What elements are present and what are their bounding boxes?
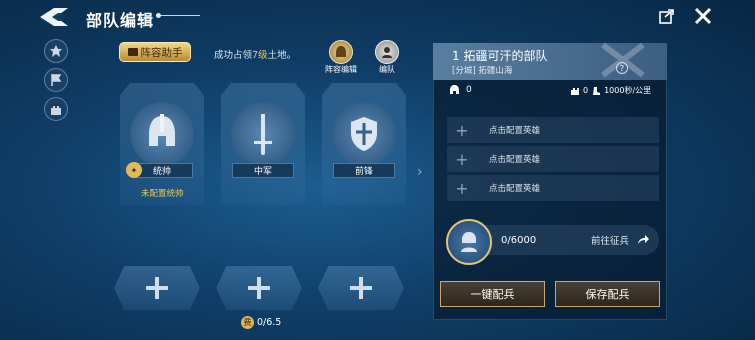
help-icon[interactable]: ? bbox=[616, 62, 628, 74]
spartan-helmet-icon bbox=[130, 102, 194, 166]
page-title: 部队编辑 bbox=[86, 11, 155, 30]
close-button[interactable] bbox=[693, 6, 713, 26]
hero-slot-1[interactable]: + 点击配置英雄 bbox=[447, 117, 659, 143]
siege-value: 0 bbox=[583, 86, 589, 95]
plus-icon bbox=[350, 277, 372, 299]
side-formation-button[interactable] bbox=[44, 39, 68, 63]
notice-text: 成功占领7级土地。 bbox=[214, 47, 296, 61]
add-slot-2-button[interactable] bbox=[216, 266, 302, 310]
slot-commander-status: 未配置统帅 bbox=[141, 189, 184, 199]
shield-icon bbox=[332, 102, 396, 166]
side-castle-button[interactable] bbox=[44, 97, 68, 121]
troop-count: 0/6000 bbox=[501, 235, 537, 246]
hero-slot-label: 点击配置英雄 bbox=[489, 184, 541, 194]
slot-middle-label: 中军 bbox=[253, 167, 272, 177]
hero-slot-2[interactable]: + 点击配置英雄 bbox=[447, 146, 659, 172]
lineup-assistant-button[interactable]: 阵容助手 bbox=[119, 42, 191, 62]
army-name: 1 拓疆可汗的部队 bbox=[452, 49, 548, 63]
flag-icon bbox=[51, 74, 62, 86]
slot-vanguard-ribbon: 前锋 bbox=[333, 163, 395, 178]
castle-icon bbox=[51, 106, 61, 115]
slot-commander-label: 统帅 bbox=[152, 167, 171, 177]
army-city: [分城] 拓疆山海 bbox=[452, 66, 513, 76]
boot-icon bbox=[593, 86, 601, 95]
one-key-assign-button[interactable]: 一键配兵 bbox=[440, 281, 545, 307]
notice-level: 7级 bbox=[252, 50, 268, 61]
team-icon bbox=[375, 40, 399, 64]
header-bar: 部队编辑 bbox=[0, 0, 755, 34]
cost-value: 0/6.5 bbox=[257, 317, 282, 328]
side-flag-button[interactable] bbox=[44, 68, 68, 92]
one-key-assign-label: 一键配兵 bbox=[470, 288, 515, 301]
cost-icon: 费 bbox=[241, 316, 254, 329]
plus-icon: + bbox=[455, 149, 469, 169]
power-value: 0 bbox=[466, 84, 472, 95]
panel-watermark-icon bbox=[598, 40, 648, 80]
notice-suffix: 土地。 bbox=[267, 50, 297, 61]
recruit-label: 前往征兵 bbox=[591, 236, 630, 247]
title-divider bbox=[156, 15, 200, 16]
helmet-icon bbox=[329, 40, 353, 64]
sword-icon bbox=[231, 102, 295, 166]
slot-vanguard-label: 前锋 bbox=[354, 167, 373, 177]
plus-icon bbox=[248, 277, 270, 299]
plus-icon: + bbox=[455, 178, 469, 198]
plus-icon: + bbox=[455, 120, 469, 140]
speed-value: 1000秒/公里 bbox=[604, 86, 652, 95]
power-stat: 0 bbox=[449, 84, 472, 95]
cost-indicator: 费 0/6.5 bbox=[241, 316, 281, 329]
hero-slot-label: 点击配置英雄 bbox=[489, 126, 541, 136]
expand-arrow-icon[interactable]: › bbox=[417, 164, 423, 180]
lineup-edit-label: 阵容编辑 bbox=[325, 65, 357, 74]
back-arrow-icon bbox=[40, 8, 68, 26]
soldier-icon bbox=[446, 219, 492, 265]
helmet-stat-icon bbox=[450, 85, 459, 94]
hero-slot-label: 点击配置英雄 bbox=[489, 155, 541, 165]
notice-prefix: 成功占领 bbox=[214, 50, 253, 61]
title-dot bbox=[156, 13, 161, 18]
siege-icon bbox=[571, 87, 579, 95]
team-label: 编队 bbox=[379, 65, 395, 74]
slot-commander-ribbon: ✦ 统帅 bbox=[126, 162, 193, 178]
commander-badge-icon: ✦ bbox=[126, 162, 142, 178]
save-assign-button[interactable]: 保存配兵 bbox=[555, 281, 660, 307]
hero-slot-3[interactable]: + 点击配置英雄 bbox=[447, 175, 659, 201]
assistant-label: 阵容助手 bbox=[140, 46, 183, 59]
star-badge-icon bbox=[50, 45, 62, 57]
slot-middle-ribbon: 中军 bbox=[232, 163, 294, 178]
plus-icon bbox=[146, 277, 168, 299]
add-slot-3-button[interactable] bbox=[318, 266, 404, 310]
assistant-icon bbox=[127, 48, 138, 56]
save-assign-label: 保存配兵 bbox=[585, 288, 630, 301]
team-button[interactable]: 编队 bbox=[372, 40, 402, 75]
share-icon bbox=[659, 9, 674, 24]
forward-arrow-icon bbox=[638, 235, 650, 244]
close-icon bbox=[694, 7, 712, 25]
share-button[interactable] bbox=[658, 7, 676, 25]
siege-speed-stat: 0 1000秒/公里 bbox=[570, 85, 651, 96]
add-slot-1-button[interactable] bbox=[114, 266, 200, 310]
recruit-button[interactable]: 前往征兵 bbox=[591, 233, 650, 247]
lineup-edit-button[interactable]: 阵容编辑 bbox=[322, 40, 360, 75]
back-button[interactable] bbox=[38, 6, 72, 28]
